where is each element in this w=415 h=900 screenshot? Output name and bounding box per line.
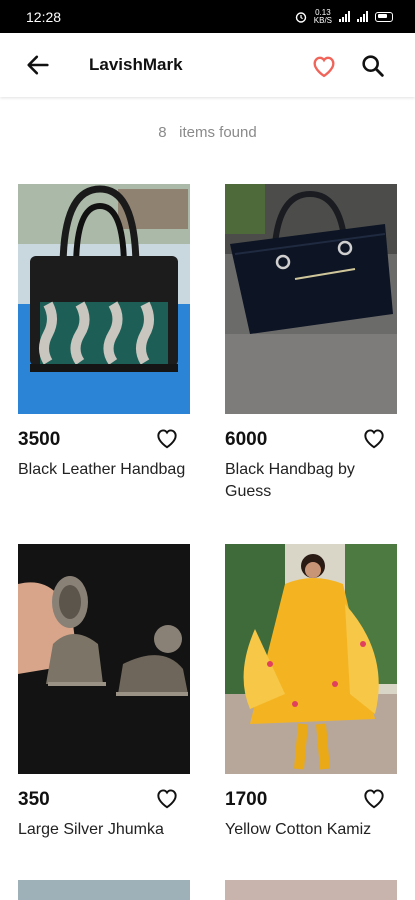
app-bar: LavishMark [0,33,415,97]
arrow-left-icon [27,55,49,75]
product-card[interactable]: 350 Large Silver Jhumka [18,544,190,838]
search-icon [362,55,384,77]
page-title: LavishMark [89,55,183,74]
status-icons: 0.13 KB/S [295,8,393,25]
product-card[interactable]: 3500 Black Leather Handbag [18,184,190,478]
back-button[interactable] [24,51,52,79]
wishlist-button[interactable] [361,785,387,811]
search-button[interactable] [359,52,387,80]
product-image[interactable] [225,544,397,774]
results-count: 8 items found [0,124,415,141]
heart-outline-icon [364,789,384,809]
product-image-partial[interactable] [18,880,190,900]
product-card[interactable]: 6000 Black Handbag by Guess [225,184,397,500]
product-image-partial[interactable] [225,880,397,900]
product-image[interactable] [18,184,190,414]
battery-icon [375,11,393,22]
favorites-button[interactable] [310,52,338,80]
product-price: 1700 [225,789,268,810]
product-price: 6000 [225,429,268,450]
results-count-number: 8 [158,124,167,141]
alarm-icon [295,11,306,23]
network-speed-unit: KB/S [313,15,332,25]
product-name: Black Leather Handbag [18,461,186,478]
heart-icon [313,56,335,78]
product-price: 350 [18,789,50,810]
product-name: Black Handbag by Guess [225,461,355,500]
product-image[interactable] [18,544,190,774]
status-bar: 12:28 0.13 KB/S [0,0,415,33]
network-speed: 0.13 KB/S [313,8,332,25]
product-card[interactable]: 1700 Yellow Cotton Kamiz [225,544,397,838]
results-count-label: items found [179,124,257,141]
heart-outline-icon [157,429,177,449]
heart-outline-icon [157,789,177,809]
wishlist-button[interactable] [154,785,180,811]
signal-icon-2 [357,11,368,22]
product-name: Large Silver Jhumka [18,821,164,838]
wishlist-button[interactable] [154,425,180,451]
wishlist-button[interactable] [361,425,387,451]
heart-outline-icon [364,429,384,449]
product-image[interactable] [225,184,397,414]
product-name: Yellow Cotton Kamiz [225,821,372,838]
signal-icon [339,11,350,22]
status-time: 12:28 [26,8,62,25]
product-price: 3500 [18,429,61,450]
